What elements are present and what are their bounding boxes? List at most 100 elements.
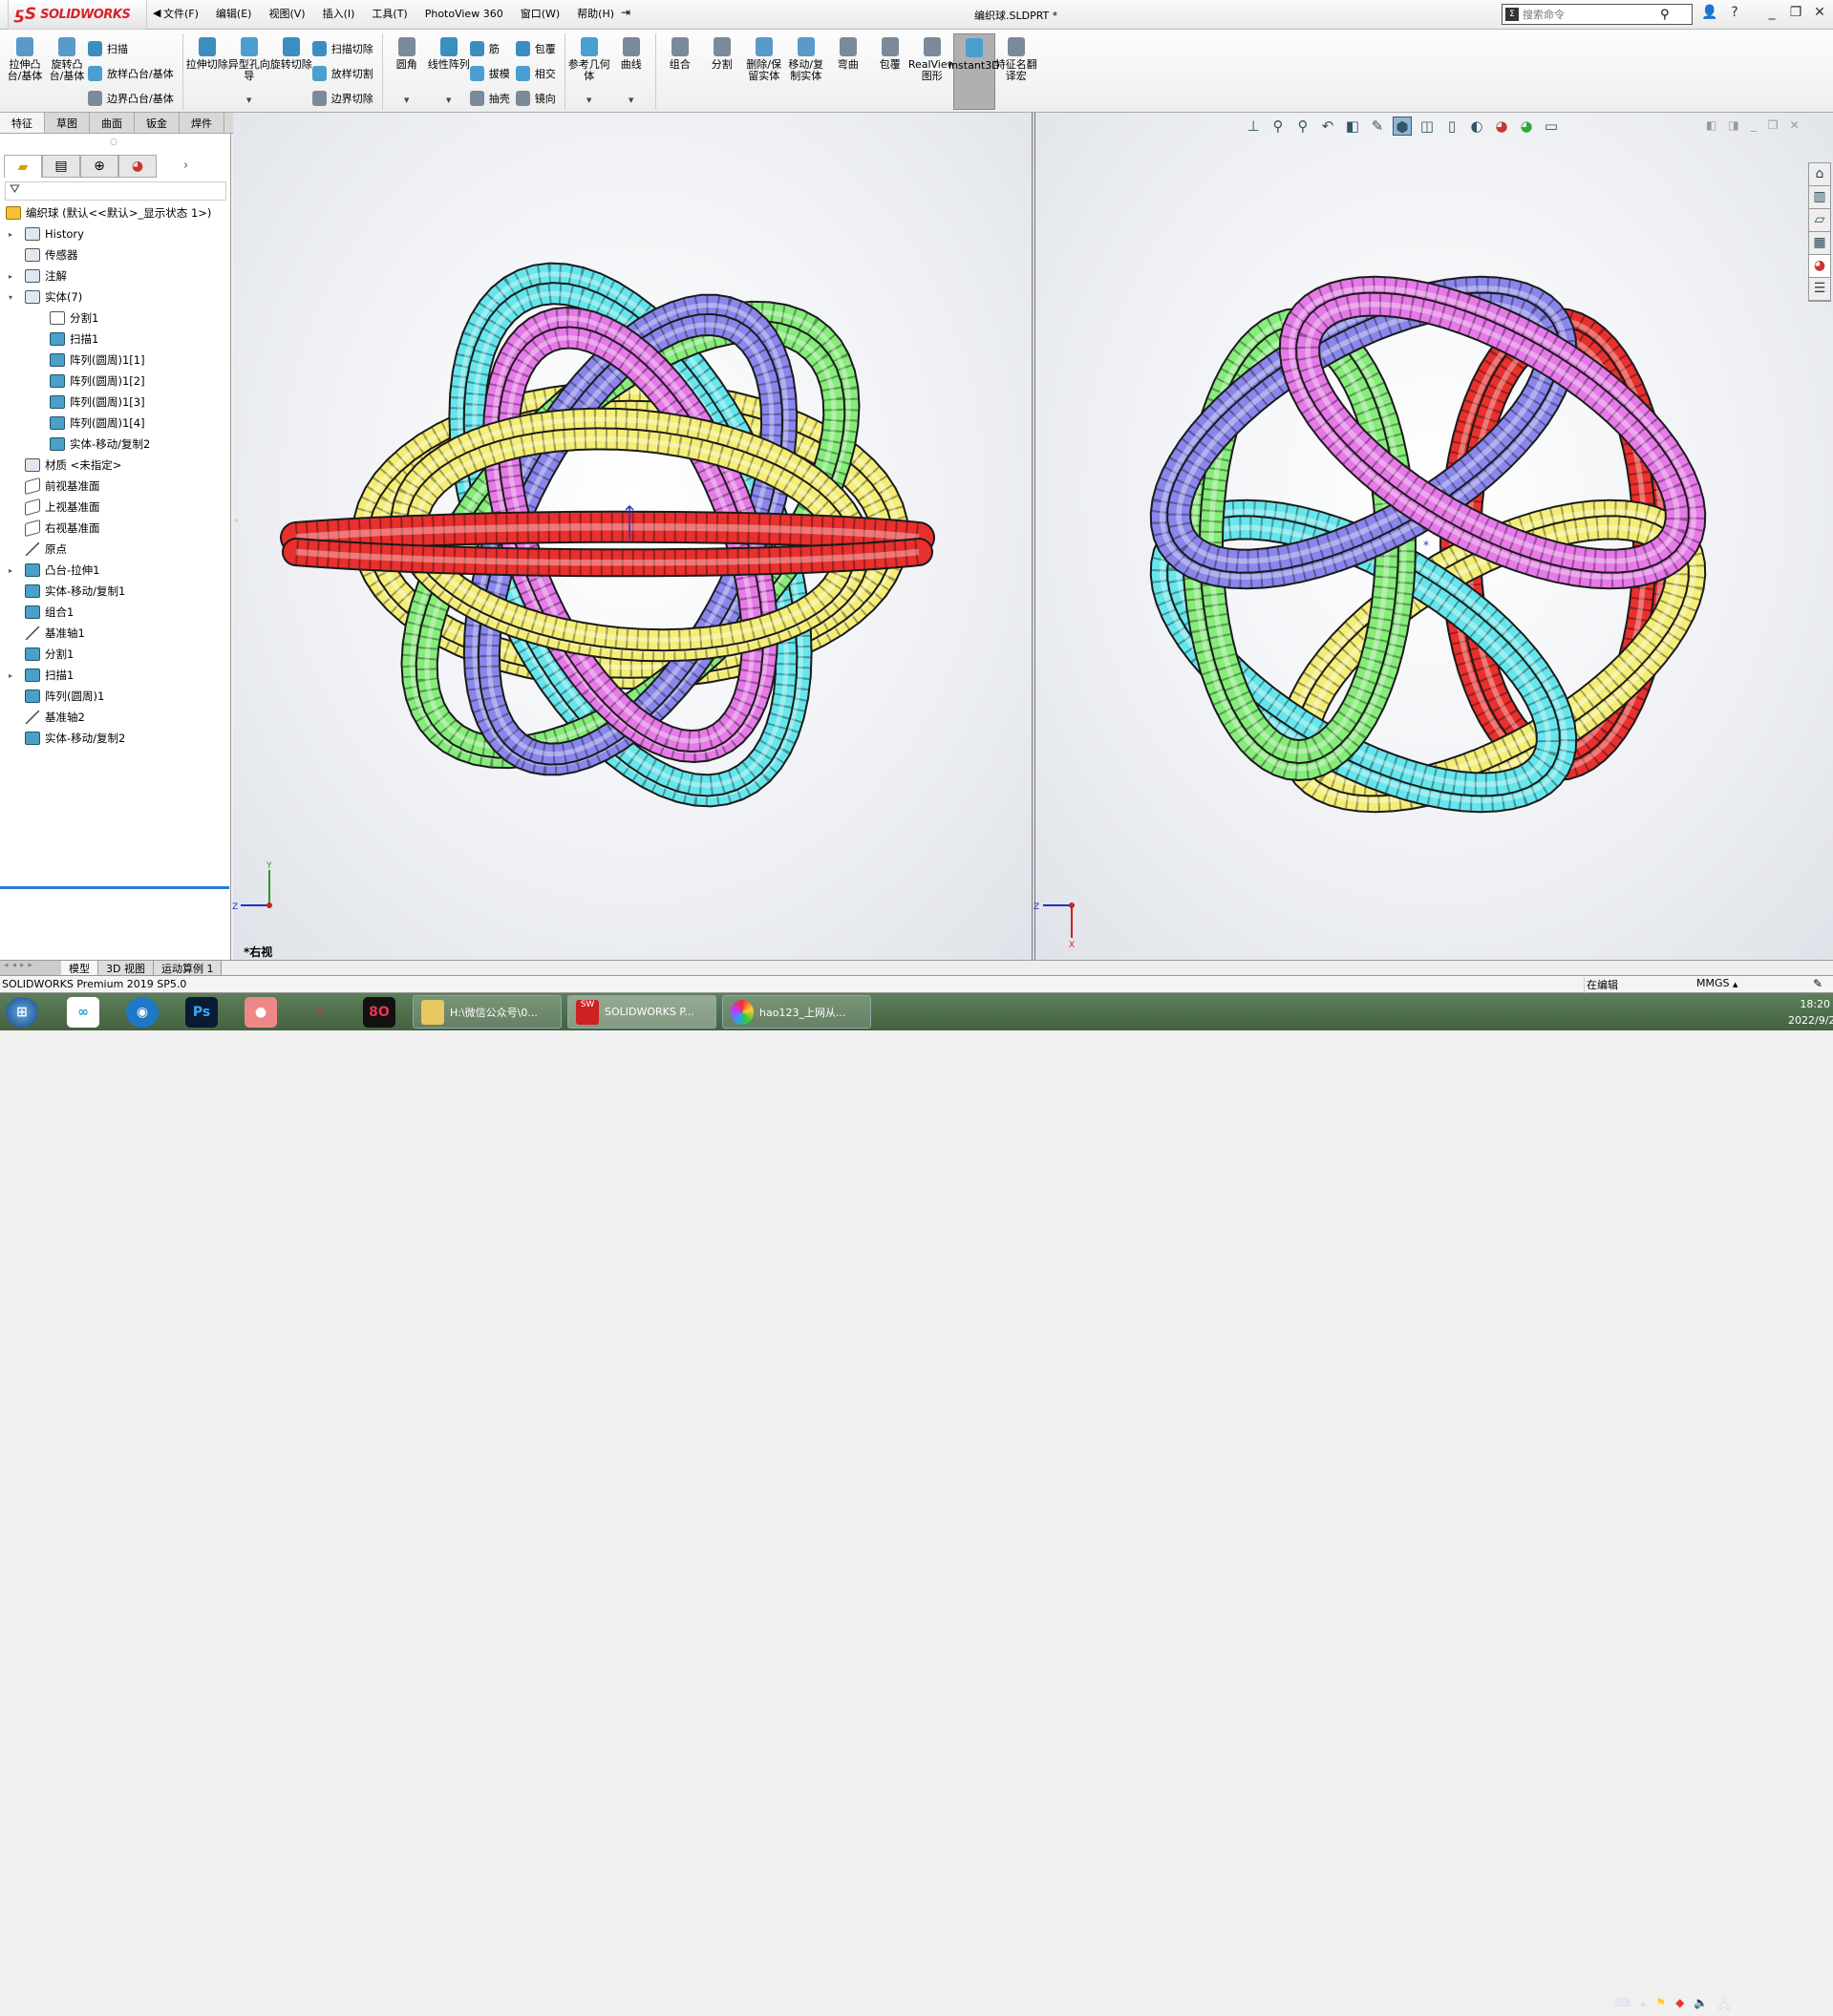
chevron-right-icon[interactable]: › xyxy=(183,155,188,178)
expand-toggle-icon[interactable]: ▸ xyxy=(6,230,15,239)
ribbon-button[interactable]: 圆角 ▼ xyxy=(386,33,428,110)
tree-item[interactable]: ▾ 实体(7) xyxy=(0,286,229,308)
menu-item[interactable]: 工具(T) xyxy=(363,6,416,21)
tree-item[interactable]: 传感器 xyxy=(0,244,229,265)
tree-item[interactable]: 阵列(圆周)1[2] xyxy=(0,371,229,392)
search-icon[interactable]: ⚲ xyxy=(1660,8,1670,22)
ribbon-button[interactable]: 特征名翻译宏 xyxy=(995,33,1037,110)
baidu-netdisk-icon[interactable]: ∞ xyxy=(67,997,99,1028)
close-button[interactable]: ✕ xyxy=(1810,5,1829,20)
view-settings-icon[interactable]: ◕ xyxy=(1517,117,1536,136)
view-palette-icon[interactable]: ▦ xyxy=(1809,232,1830,255)
ribbon-button[interactable]: 旋转凸台/基体 xyxy=(46,33,88,110)
ribbon-small-button[interactable]: 包覆 xyxy=(515,39,556,57)
ribbon-button[interactable]: 组合 xyxy=(659,33,701,110)
solidworks-resources-icon[interactable]: ⌂ xyxy=(1809,163,1830,186)
ribbon-small-button[interactable]: 边界凸台/基体 xyxy=(88,89,174,107)
tree-item[interactable]: 阵列(圆周)1[1] xyxy=(0,350,229,371)
tree-item[interactable]: 分割1 xyxy=(0,308,229,329)
scissors-tool-icon[interactable]: ✂ xyxy=(304,997,336,1028)
rebuild-status-icon[interactable]: ✎ xyxy=(1813,977,1822,990)
menu-item[interactable]: 插入(I) xyxy=(314,6,364,21)
zoom-to-area-icon[interactable]: ⚲ xyxy=(1293,117,1312,136)
ribbon-button[interactable]: 异型孔向导 ▼ xyxy=(228,33,270,110)
ribbon-small-button[interactable]: 筋 xyxy=(469,39,510,57)
previous-view-icon[interactable]: ↶ xyxy=(1318,117,1337,136)
pin-menu-icon[interactable]: ⇥ xyxy=(621,6,630,19)
unit-system-selector[interactable]: MMGS ▲ xyxy=(1696,977,1737,989)
minimize-button[interactable]: _ xyxy=(1762,5,1781,20)
tree-item[interactable]: 阵列(圆周)1 xyxy=(0,686,229,707)
hide-show-items-icon[interactable]: ▯ xyxy=(1442,117,1461,136)
design-library-icon[interactable]: ▥ xyxy=(1809,186,1830,209)
zoom-to-fit-icon[interactable]: ⚲ xyxy=(1268,117,1288,136)
app-icon[interactable]: ● xyxy=(245,997,277,1028)
start-button-icon[interactable]: ⊞ xyxy=(6,997,38,1028)
ribbon-small-button[interactable]: 扫描切除 xyxy=(311,39,373,57)
clock[interactable]: 18:20 2022/9/29 xyxy=(1788,996,1833,1029)
tree-item[interactable]: 阵列(圆周)1[3] xyxy=(0,392,229,413)
tab-2[interactable]: 曲面 xyxy=(90,113,135,133)
chevron-down-icon[interactable]: ▼ xyxy=(629,95,633,106)
panel-splitter-handle[interactable]: ○ xyxy=(110,138,117,147)
menu-item[interactable]: 编辑(E) xyxy=(207,6,261,21)
view-orientation-axis-icon[interactable]: ⊥ xyxy=(1244,117,1263,136)
tree-item[interactable]: 实体-移动/复制1 xyxy=(0,581,229,602)
edit-appearance-icon[interactable]: ◐ xyxy=(1467,117,1486,136)
property-manager-tab-icon[interactable]: ▤ xyxy=(42,155,80,178)
tree-item[interactable]: ▸ 扫描1 xyxy=(0,665,229,686)
view-orientation-cube-icon[interactable]: ⬢ xyxy=(1393,117,1412,136)
expand-toggle-icon[interactable]: ▸ xyxy=(6,671,15,680)
tree-item[interactable]: 材质 <未指定> xyxy=(0,455,229,476)
tree-item[interactable]: 实体-移动/复制2 xyxy=(0,728,229,749)
file-explorer-icon[interactable]: ▱ xyxy=(1809,209,1830,232)
tree-item[interactable]: 原点 xyxy=(0,539,229,560)
volume-icon[interactable]: 🔈 xyxy=(1694,1996,1708,2016)
viewport-prev-icon[interactable]: ◧ xyxy=(1706,118,1716,132)
expand-toggle-icon[interactable]: ▸ xyxy=(6,272,15,281)
display-style-icon[interactable]: ◫ xyxy=(1417,117,1437,136)
tree-filter[interactable]: ⛛ xyxy=(5,181,226,201)
tree-item[interactable]: 组合1 xyxy=(0,602,229,623)
security-icon[interactable]: ◆ xyxy=(1675,1996,1684,2016)
menu-item[interactable]: 窗口(W) xyxy=(512,6,568,21)
ribbon-button[interactable]: 线性阵列 ▼ xyxy=(428,33,470,110)
expand-toggle-icon[interactable]: ▾ xyxy=(6,293,15,302)
photoshop-icon[interactable]: Ps xyxy=(185,997,218,1028)
tree-item[interactable]: 分割1 xyxy=(0,644,229,665)
tab-0[interactable]: 特征 xyxy=(0,113,45,133)
solidworks-logo[interactable]: ƽS SOLIDWORKS xyxy=(8,0,147,30)
viewport-close-icon[interactable]: ✕ xyxy=(1789,118,1799,132)
rollback-bar[interactable] xyxy=(0,886,229,889)
display-manager-tab-icon[interactable]: ◕ xyxy=(118,155,157,178)
ribbon-button[interactable]: 弯曲 xyxy=(827,33,869,110)
section-view-icon[interactable]: ◧ xyxy=(1343,117,1362,136)
viewport-restore-icon[interactable]: ❐ xyxy=(1768,118,1779,132)
ribbon-button[interactable]: 参考几何体 ▼ xyxy=(568,33,610,110)
ribbon-button[interactable]: 移动/复制实体 xyxy=(785,33,827,110)
tree-item[interactable]: 右视基准面 xyxy=(0,518,229,539)
tree-item[interactable]: 前视基准面 xyxy=(0,476,229,497)
graphics-viewport-left[interactable] xyxy=(233,113,1032,960)
ribbon-small-button[interactable]: 拔模 xyxy=(469,64,510,82)
search-commands[interactable]: Σ⚲ xyxy=(1502,4,1693,25)
panel-collapse-handle[interactable]: › xyxy=(235,516,238,524)
menu-item[interactable]: 文件(F) xyxy=(155,6,207,21)
graphics-viewport-right[interactable] xyxy=(1035,113,1833,960)
ribbon-button[interactable]: 拉伸凸台/基体 xyxy=(4,33,46,110)
user-icon[interactable]: 👤 xyxy=(1700,5,1719,20)
help-icon[interactable]: ? xyxy=(1725,5,1744,20)
configuration-manager-tab-icon[interactable]: ⊕ xyxy=(80,155,118,178)
appearances-scenes-icon[interactable]: ◕ xyxy=(1809,255,1830,278)
menu-item[interactable]: 视图(V) xyxy=(260,6,313,21)
search-input[interactable] xyxy=(1523,8,1656,21)
restore-button[interactable]: ❐ xyxy=(1786,5,1805,20)
taskbar-window-browser[interactable]: hao123_上网从... xyxy=(722,995,871,1029)
tab-scroll-arrows-icon[interactable]: ◂◂▸▸ xyxy=(0,961,61,975)
ribbon-button[interactable]: 删除/保留实体 xyxy=(743,33,785,110)
tree-item[interactable]: ▸ History xyxy=(0,223,229,244)
menu-item[interactable]: PhotoView 360 xyxy=(416,8,512,20)
chevron-down-icon[interactable]: ▼ xyxy=(586,95,591,106)
chevron-down-icon[interactable]: ▼ xyxy=(446,95,451,106)
tab-1[interactable]: 草图 xyxy=(45,113,90,133)
